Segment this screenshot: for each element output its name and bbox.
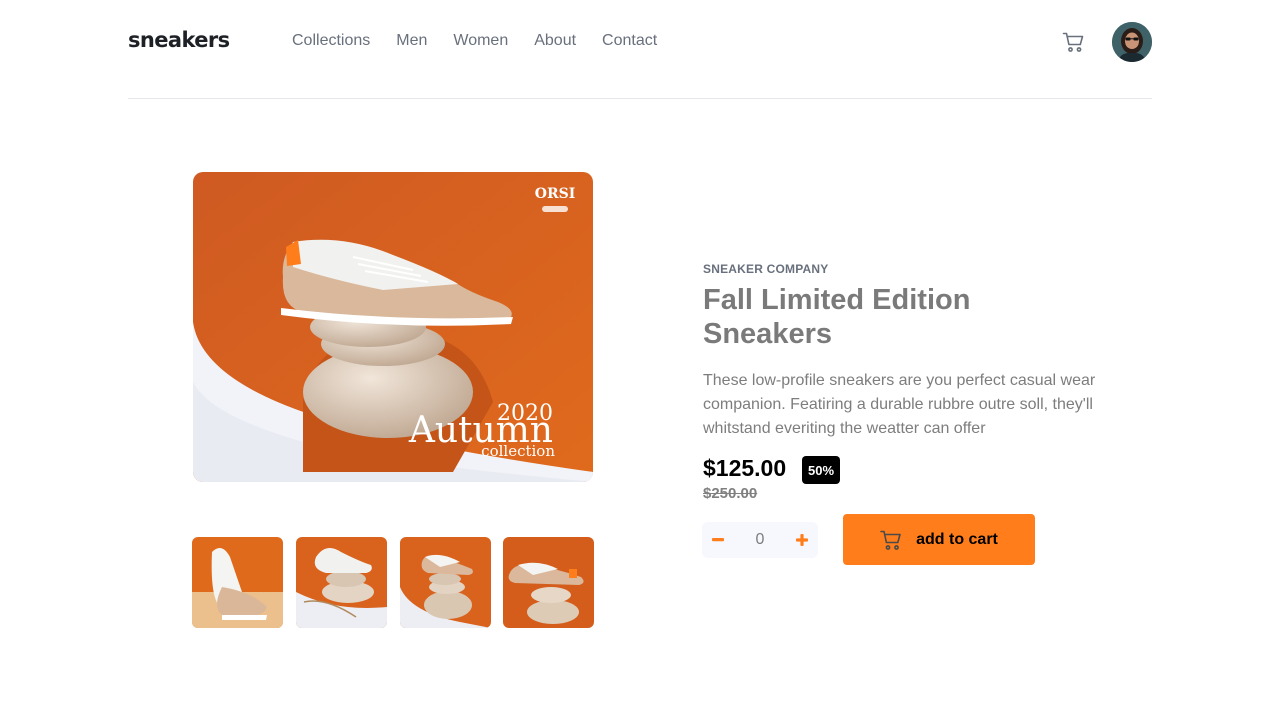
discount-badge: 50% <box>802 456 840 484</box>
cart-icon <box>880 530 901 550</box>
nav-contact[interactable]: Contact <box>602 32 657 50</box>
product-photo: ORSI 2020 Autumn collection <box>193 172 593 482</box>
site-header: sneakers Collections Men Women About Con… <box>128 0 1152 99</box>
product-main-image[interactable]: ORSI 2020 Autumn collection <box>193 172 593 482</box>
nav-collections[interactable]: Collections <box>292 32 370 50</box>
thumbnail-3-image <box>400 537 491 628</box>
current-price: $125.00 <box>703 455 787 481</box>
quantity-stepper: 0 <box>702 522 818 558</box>
thumbnail-4-image <box>503 537 594 628</box>
original-price: $250.00 <box>703 485 758 502</box>
avatar[interactable] <box>1112 22 1152 62</box>
plus-icon <box>796 534 808 546</box>
add-to-cart-button[interactable]: add to cart <box>843 514 1035 565</box>
nav-about[interactable]: About <box>534 32 576 50</box>
thumbnail-1-image <box>192 537 283 628</box>
company-name: SNEAKER COMPANY <box>703 262 829 276</box>
thumbnail-2[interactable] <box>296 537 387 628</box>
minus-icon <box>712 538 724 542</box>
add-to-cart-label: add to cart <box>916 530 998 548</box>
cart-button[interactable] <box>1062 30 1088 56</box>
thumbnail-1[interactable] <box>192 537 283 628</box>
product-title: Fall Limited Edition Sneakers <box>703 284 971 350</box>
image-subline: collection <box>481 442 555 460</box>
user-avatar-icon <box>1112 22 1152 62</box>
thumbnail-3[interactable] <box>400 537 491 628</box>
quantity-value: 0 <box>755 531 765 548</box>
logo[interactable]: sneakers <box>128 28 230 52</box>
nav-women[interactable]: Women <box>453 32 508 50</box>
image-brand: ORSI <box>535 186 576 202</box>
thumbnail-2-image <box>296 537 387 628</box>
main-nav: Collections Men Women About Contact <box>292 32 683 50</box>
cart-icon <box>1062 32 1084 52</box>
quantity-decrease-button[interactable] <box>702 522 734 558</box>
product-description: These low-profile sneakers are you perfe… <box>703 372 1096 437</box>
quantity-increase-button[interactable] <box>786 522 818 558</box>
nav-men[interactable]: Men <box>396 32 427 50</box>
thumbnail-4[interactable] <box>503 537 594 628</box>
